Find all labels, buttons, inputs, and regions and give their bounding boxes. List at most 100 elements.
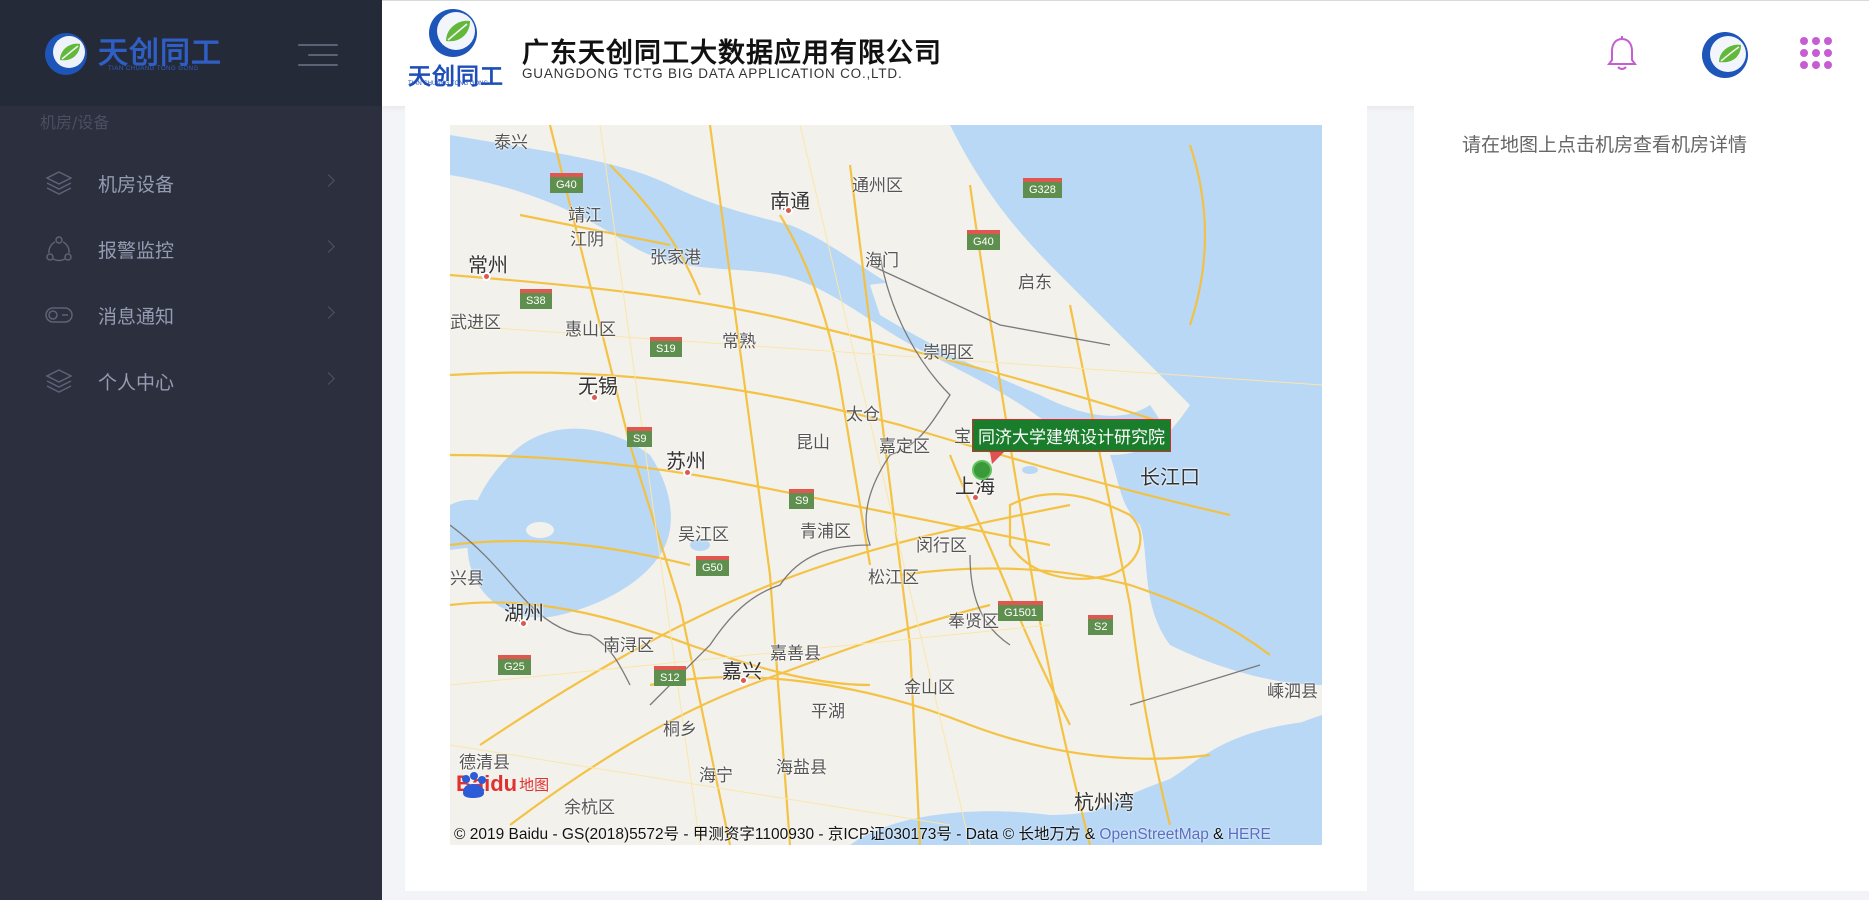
highway-shield: S12 [654,666,686,686]
apps-grid-icon[interactable] [1800,37,1834,71]
highway-shield: G25 [498,655,531,675]
highway-shield: S38 [520,289,552,309]
map-place-label: 余杭区 [564,798,615,818]
map-place-label: 松江区 [868,568,919,588]
map-place-label: 宝 [954,427,971,447]
map-place-label: 嵊泗县 [1267,682,1318,702]
room-info-hint: 请在地图上点击机房查看机房详情 [1462,134,1748,156]
highway-shield: S9 [627,427,653,447]
apps-grid-dot [1812,37,1820,45]
map-place-label: 昆山 [796,433,830,453]
baidu-map-logo: Baidu 地图 [456,771,549,798]
sidebar-item-room-devices[interactable]: 机房设备 [0,150,382,216]
apps-grid-dot [1824,37,1832,45]
map-place-label: 惠山区 [565,320,616,340]
layers-icon [42,166,76,200]
apps-grid-dot [1800,61,1808,69]
map-place-label: 启东 [1018,273,1052,293]
map-place-label: 张家港 [650,248,701,268]
map-copyright: © 2019 Baidu - GS(2018)5572号 - 甲测资字11009… [454,822,1271,844]
sidebar-item-personal-center[interactable]: 个人中心 [0,348,382,414]
sidebar-header: 天创同工 TIAN CHUANG TONG GONG [0,0,382,106]
apps-grid-dot [1812,61,1820,69]
openstreetmap-link[interactable]: OpenStreetMap [1099,826,1208,843]
apps-grid-dot [1800,37,1808,45]
breadcrumb: 机房/设备 [40,113,110,132]
map-place-label: 靖江 [568,206,602,226]
top-header: 天创同工 TIAN CHUANG TONG GONG 广东天创同工大数据应用有限… [382,0,1869,106]
toggle-icon [42,298,76,332]
company-name-en: GUANGDONG TCTG BIG DATA APPLICATION CO.,… [522,66,903,81]
city-dot [683,468,692,477]
sidebar-item-label: 个人中心 [98,371,175,394]
sidebar-nav: 机房设备 报警监控 消息通知 个人中心 [0,150,382,414]
sidebar-item-alarm-monitor[interactable]: 报警监控 [0,216,382,282]
hamburger-line [298,64,338,66]
map-place-label: 南浔区 [603,636,654,656]
highway-shield: G40 [967,230,1000,250]
map-place-label: 嘉定区 [879,437,930,457]
map-place-label: 崇明区 [923,343,974,363]
highway-shield: G40 [550,173,583,193]
hamburger-line [298,44,338,46]
alarm-nodes-icon [42,232,76,266]
highway-shield: G50 [696,556,729,576]
map-place-label: 桐乡 [663,720,697,740]
marker-label-pointer [990,452,1004,464]
map-place-label: 海盐县 [776,758,827,778]
map-place-label: 武进区 [450,313,501,333]
map-place-label: 泰兴 [494,133,528,153]
city-dot [739,676,748,685]
map-place-label: 平湖 [811,702,845,722]
map-place-label: 金山区 [904,678,955,698]
chevron-right-icon [322,372,335,385]
sidebar-logo-subtext: TIAN CHUANG TONG GONG [108,66,199,72]
header-logo-subtext: TIAN CHUANG TONG GONG [408,81,489,87]
apps-grid-dot [1824,61,1832,69]
map-place-label: 太仓 [846,405,880,425]
company-name: 广东天创同工大数据应用有限公司 [522,38,942,69]
map-place-label: 青浦区 [800,522,851,542]
highway-shield: S2 [1088,615,1114,635]
hamburger-line [308,54,338,56]
brand-logo-icon [45,33,87,75]
baidu-map[interactable]: 泰兴 南通 通州区 靖江 江阴 张家港 海门 启东 常州 武进区 惠山区 常熟 … [450,125,1322,845]
map-place-label: 海门 [865,251,899,271]
layers-icon [42,364,76,398]
city-dot [971,493,980,502]
machine-room-marker-pin[interactable] [972,460,992,480]
baidu-paw-icon [462,772,486,798]
sidebar: 天创同工 TIAN CHUANG TONG GONG 机房/设备 机房设备 报警… [0,0,382,900]
city-dot [590,393,599,402]
machine-room-marker-label[interactable]: 同济大学建筑设计研究院 [972,419,1171,452]
map-place-label: 常熟 [722,332,756,352]
sidebar-item-label: 报警监控 [98,239,175,262]
sidebar-item-label: 机房设备 [98,173,175,196]
city-dot [482,272,491,281]
map-place-label: 海宁 [699,766,733,786]
apps-grid-dot [1812,49,1820,57]
sidebar-logo[interactable]: 天创同工 TIAN CHUANG TONG GONG [42,30,222,78]
map-place-label: 奉贤区 [948,612,999,632]
map-place-label: 杭州湾 [1074,790,1134,814]
map-place-label: 吴江区 [678,525,729,545]
apps-grid-dot [1824,49,1832,57]
city-dot [519,619,528,628]
menu-toggle-button[interactable] [298,42,338,68]
map-place-label: 兴县 [450,569,484,589]
map-place-label: 江阴 [570,230,604,250]
highway-shield: S19 [650,337,682,357]
sidebar-item-label: 消息通知 [98,305,175,328]
copyright-text: © 2019 Baidu - GS(2018)5572号 - 甲测资字11009… [454,826,1100,843]
bell-icon[interactable] [1606,35,1638,73]
apps-grid-dot [1800,49,1808,57]
highway-shield: S9 [789,489,815,509]
avatar[interactable] [1700,30,1750,80]
sidebar-logo-text: 天创同工 [98,36,222,71]
city-dot [784,206,793,215]
map-place-label: 通州区 [852,176,903,196]
sidebar-item-notifications[interactable]: 消息通知 [0,282,382,348]
here-link[interactable]: HERE [1228,826,1271,843]
chevron-right-icon [322,306,335,319]
highway-shield: G328 [1023,178,1062,198]
